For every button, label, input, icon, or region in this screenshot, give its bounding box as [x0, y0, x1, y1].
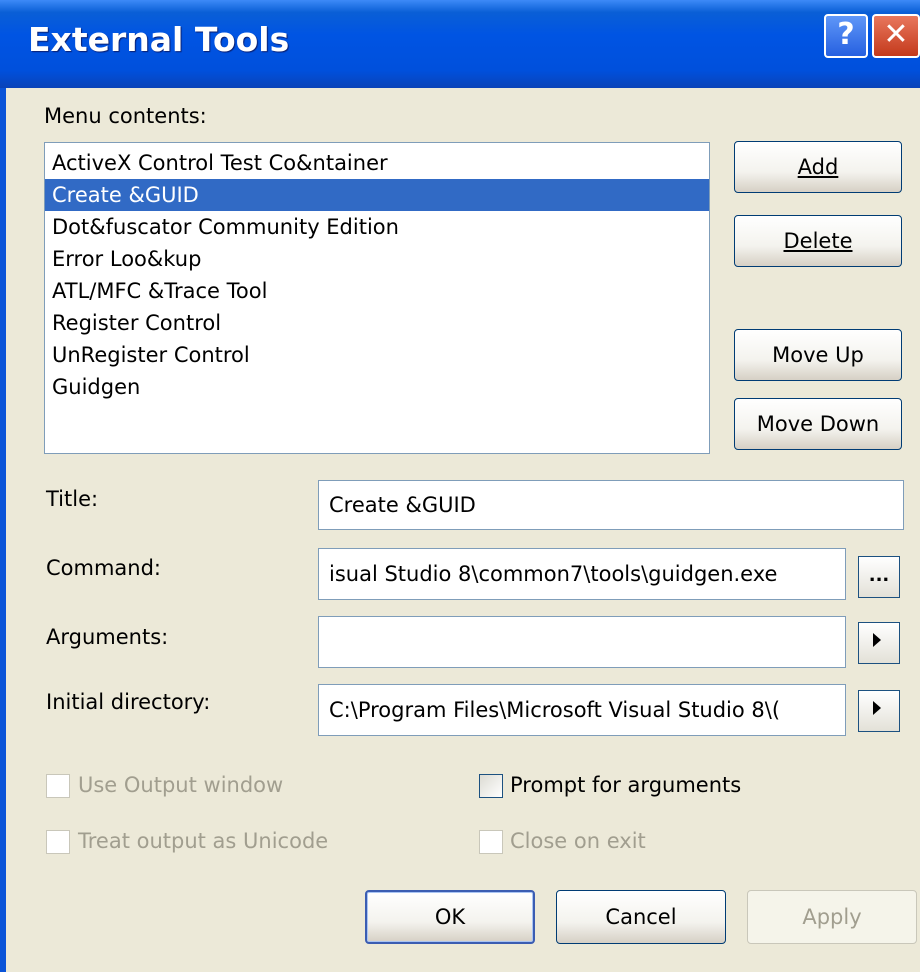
list-item[interactable]: Error Loo&kup: [45, 243, 709, 275]
move-down-button[interactable]: Move Down: [734, 398, 902, 450]
prompt-for-arguments-checkbox[interactable]: [479, 774, 503, 798]
close-button[interactable]: ✕: [872, 14, 920, 58]
arrow-right-icon: [873, 633, 881, 647]
list-item[interactable]: Register Control: [45, 307, 709, 339]
add-button[interactable]: Add: [734, 141, 902, 193]
treat-output-unicode-checkbox[interactable]: [46, 830, 70, 854]
browse-button[interactable]: ...: [858, 556, 900, 598]
use-output-window-checkbox[interactable]: [46, 774, 70, 798]
command-input[interactable]: isual Studio 8\common7\tools\guidgen.exe: [318, 548, 846, 600]
use-output-window-label: Use Output window: [78, 773, 284, 797]
delete-button[interactable]: Delete: [734, 215, 902, 267]
command-label: Command:: [46, 556, 162, 580]
window-title: External Tools: [28, 20, 290, 59]
move-up-button[interactable]: Move Up: [734, 329, 902, 381]
help-button[interactable]: ?: [824, 14, 868, 58]
arguments-input[interactable]: [318, 616, 846, 668]
arrow-right-icon: [873, 701, 881, 715]
close-on-exit-label: Close on exit: [510, 829, 646, 853]
list-item[interactable]: Guidgen: [45, 371, 709, 403]
initial-directory-menu-button[interactable]: [858, 690, 900, 732]
title-label: Title:: [46, 487, 99, 511]
treat-output-unicode-label: Treat output as Unicode: [78, 829, 329, 853]
list-item[interactable]: ActiveX Control Test Co&ntainer: [45, 147, 709, 179]
window-frame: [0, 88, 6, 972]
arguments-menu-button[interactable]: [858, 622, 900, 664]
list-item[interactable]: UnRegister Control: [45, 339, 709, 371]
add-label: Add: [797, 155, 839, 179]
close-on-exit-checkbox[interactable]: [479, 830, 503, 854]
list-item[interactable]: Dot&fuscator Community Edition: [45, 211, 709, 243]
menu-contents-label: Menu contents:: [44, 104, 207, 128]
delete-label: Delete: [783, 229, 853, 253]
prompt-for-arguments-label: Prompt for arguments: [510, 773, 742, 797]
title-bar[interactable]: External Tools ? ✕: [0, 0, 920, 88]
cancel-button[interactable]: Cancel: [556, 890, 726, 944]
apply-button[interactable]: Apply: [747, 890, 917, 944]
initial-directory-label: Initial directory:: [46, 690, 211, 714]
ok-button[interactable]: OK: [365, 890, 535, 944]
title-input[interactable]: Create &GUID: [318, 480, 904, 530]
list-item[interactable]: Create &GUID: [45, 179, 709, 211]
initial-directory-input[interactable]: C:\Program Files\Microsoft Visual Studio…: [318, 684, 846, 736]
menu-contents-list[interactable]: ActiveX Control Test Co&ntainer Create &G…: [44, 142, 710, 454]
list-item[interactable]: ATL/MFC &Trace Tool: [45, 275, 709, 307]
arguments-label: Arguments:: [46, 625, 169, 649]
